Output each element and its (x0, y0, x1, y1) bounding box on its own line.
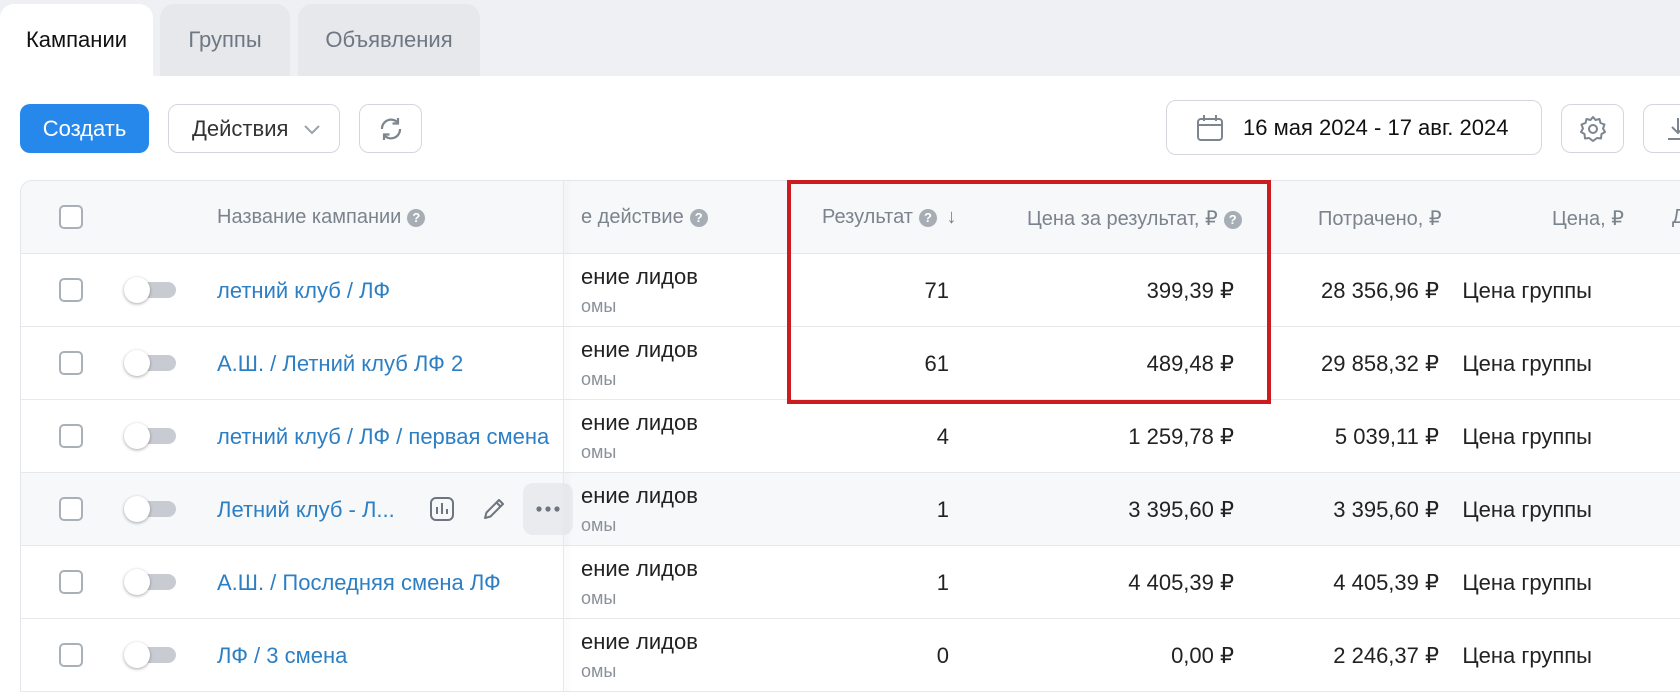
chevron-down-icon (304, 125, 320, 135)
column-header-target-action[interactable]: е действие? (581, 206, 708, 229)
price-value: Цена группы (1462, 278, 1592, 303)
campaign-toggle[interactable] (124, 277, 178, 303)
select-all-checkbox[interactable] (59, 205, 83, 229)
spent-value: 3 395,60 ₽ (1333, 497, 1439, 522)
row-checkbox[interactable] (59, 278, 83, 302)
campaign-name-link[interactable]: А.Ш. / Последняя смена ЛФ (217, 570, 501, 596)
row-checkbox[interactable] (59, 643, 83, 667)
refresh-icon (380, 117, 401, 140)
tab-ads[interactable]: Объявления (298, 4, 480, 76)
column-header-spent[interactable]: Потрачено, ₽ (1318, 206, 1442, 231)
row-checkbox[interactable] (59, 570, 83, 594)
spent-value: 5 039,11 ₽ (1334, 424, 1439, 449)
target-action: ение лидов (581, 264, 698, 289)
statistics-button[interactable] (424, 491, 460, 527)
cost-per-result-value: 4 405,39 ₽ (1128, 570, 1234, 595)
settings-button[interactable] (1561, 104, 1624, 153)
pencil-icon (484, 499, 504, 519)
column-name-label: Название кампании (217, 206, 402, 228)
target-action: ение лидов (581, 483, 698, 508)
target-action-sub: омы (581, 515, 617, 535)
row-checkbox[interactable] (59, 351, 83, 375)
target-action: ение лидов (581, 410, 698, 435)
tab-bar: Кампании Группы Объявления (0, 0, 1680, 76)
spent-value: 4 405,39 ₽ (1333, 570, 1439, 595)
row-checkbox[interactable] (59, 497, 83, 521)
tab-groups[interactable]: Группы (160, 4, 290, 76)
spent-value: 2 246,37 ₽ (1333, 643, 1439, 668)
target-action: ение лидов (581, 556, 698, 581)
spent-value: 28 356,96 ₽ (1321, 278, 1439, 303)
help-icon[interactable]: ? (407, 209, 426, 227)
result-value: 0 (936, 643, 949, 668)
campaign-name-link[interactable]: летний клуб / ЛФ / первая смена (217, 424, 549, 450)
campaign-toggle[interactable] (124, 569, 178, 595)
target-action-sub: омы (581, 661, 617, 681)
campaign-toggle[interactable] (124, 642, 178, 668)
table-row[interactable]: ЛФ / 3 смена ение лидов омы 0 0,00 ₽ 2 2… (21, 619, 1680, 692)
column-header-price[interactable]: Цена, ₽ (1552, 206, 1624, 231)
campaigns-page: Кампании Группы Объявления Создать Дейст… (0, 0, 1680, 692)
result-value: 1 (936, 497, 949, 522)
bar-chart-icon (430, 497, 454, 521)
create-button[interactable]: Создать (20, 104, 149, 153)
refresh-button[interactable] (359, 104, 422, 153)
more-horizontal-icon (536, 506, 560, 512)
campaign-toggle[interactable] (124, 350, 178, 376)
table-row[interactable]: летний клуб / ЛФ / первая смена ение лид… (21, 400, 1680, 473)
result-value: 4 (936, 424, 949, 449)
target-action: ение лидов (581, 337, 698, 362)
actions-dropdown[interactable]: Действия (168, 104, 340, 153)
edit-button[interactable] (476, 491, 512, 527)
campaign-name-link[interactable]: А.Ш. / Летний клуб ЛФ 2 (217, 351, 463, 377)
table-row[interactable]: А.Ш. / Последняя смена ЛФ ение лидов омы… (21, 546, 1680, 619)
row-checkbox[interactable] (59, 424, 83, 448)
date-range-picker[interactable]: 16 мая 2024 - 17 авг. 2024 (1166, 100, 1542, 155)
target-action-sub: омы (581, 369, 617, 389)
actions-label: Действия (192, 115, 289, 141)
table-row[interactable]: Летний клуб - Л... ение лидов омы 1 3 39… (21, 473, 1680, 546)
more-options-button[interactable] (523, 483, 573, 535)
cost-per-result-value: 0,00 ₽ (1171, 643, 1234, 668)
download-icon (1668, 117, 1680, 140)
target-action-sub: омы (581, 442, 617, 462)
tab-campaigns[interactable]: Кампании (0, 4, 153, 76)
frozen-column-divider (563, 180, 564, 692)
price-value: Цена группы (1462, 570, 1592, 595)
target-action-sub: омы (581, 588, 617, 608)
cost-per-result-value: 3 395,60 ₽ (1128, 497, 1234, 522)
column-target-action-label: е действие (581, 206, 684, 228)
target-action-sub: омы (581, 296, 617, 316)
campaign-name-link[interactable]: летний клуб / ЛФ (217, 278, 390, 304)
campaign-name-link[interactable]: Летний клуб - Л... (217, 497, 395, 523)
gear-icon (1579, 115, 1606, 142)
campaign-toggle[interactable] (124, 423, 178, 449)
price-value: Цена группы (1462, 643, 1592, 668)
date-range-label: 16 мая 2024 - 17 авг. 2024 (1243, 114, 1509, 140)
result-value: 1 (936, 570, 949, 595)
column-header-name[interactable]: Название кампании? (217, 206, 426, 229)
calendar-icon (1197, 114, 1223, 141)
campaign-name-link[interactable]: ЛФ / 3 смена (217, 643, 347, 669)
price-value: Цена группы (1462, 424, 1592, 449)
price-value: Цена группы (1462, 497, 1592, 522)
download-button[interactable] (1643, 104, 1680, 153)
campaign-toggle[interactable] (124, 496, 178, 522)
target-action: ение лидов (581, 629, 698, 654)
help-icon[interactable]: ? (689, 209, 708, 227)
highlight-box (787, 180, 1271, 404)
price-value: Цена группы (1462, 351, 1592, 376)
column-header-next[interactable]: Д (1672, 206, 1680, 229)
spent-value: 29 858,32 ₽ (1321, 351, 1439, 376)
cost-per-result-value: 1 259,78 ₽ (1128, 424, 1234, 449)
